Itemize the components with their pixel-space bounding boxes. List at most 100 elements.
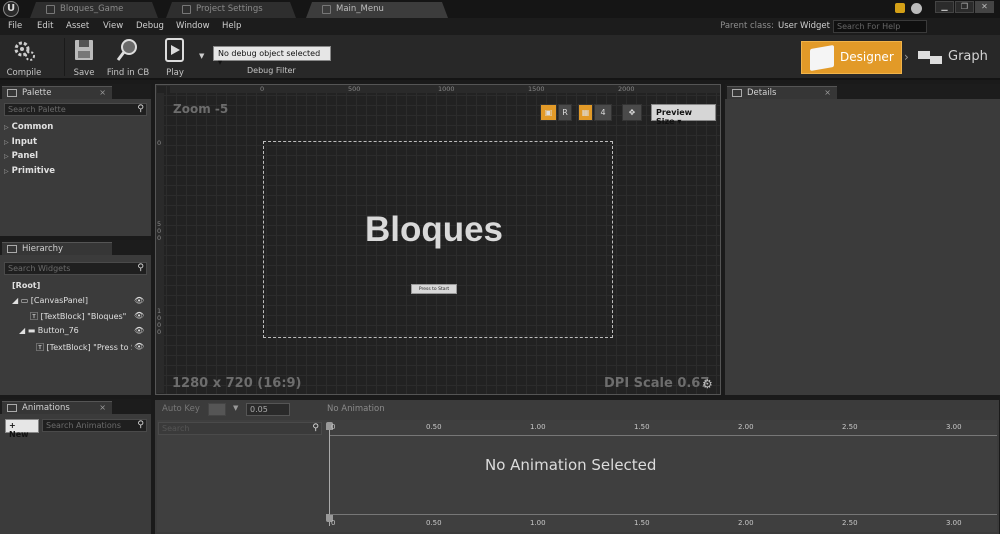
close-icon[interactable]: × [99,88,106,97]
graph-icon [918,51,930,59]
palette-category-input[interactable]: Input [4,137,37,147]
hierarchy-item-button[interactable]: ◢ ▬ Button_76 [19,326,79,335]
new-animation-button[interactable]: + New [5,419,39,439]
magnifier-icon [116,39,137,61]
palette-search-input[interactable]: Search Palette ⚲ [4,103,147,116]
grid-size-value[interactable]: 4 [594,104,612,121]
hierarchy-panel: Hierarchy Search Widgets ⚲ [Root] ◢ ▭ [Ca… [0,240,151,395]
help-search-input[interactable]: Search For Help [833,20,927,33]
animations-icon [7,404,17,412]
hierarchy-search-input[interactable]: Search Widgets ⚲ [4,262,147,275]
menu-window[interactable]: Window [176,21,210,31]
palette-panel: Palette× Search Palette⚲ Common Input Pa… [0,84,151,236]
tick-100: 1.00 [530,519,546,527]
visibility-eye-icon[interactable]: 👁 [134,342,144,351]
hierarchy-item-textblock-bloques[interactable]: 🅃 [TextBlock] "Bloques" [30,311,126,322]
close-icon[interactable]: × [824,88,831,97]
auto-key-label: Auto Key [162,404,200,414]
playhead-line[interactable] [329,426,330,526]
palette-category-primitive[interactable]: Primitive [4,166,55,176]
tick-250: 2.50 [842,519,858,527]
designer-mode-button[interactable]: Designer [801,41,902,74]
title-text-block[interactable]: Bloques [263,210,605,250]
menu-help[interactable]: Help [222,21,241,31]
source-control-icon[interactable] [911,3,922,14]
move-anchor-icon[interactable]: ✥ [622,104,642,121]
save-button[interactable]: Save [70,37,98,79]
tick-0: 0 [331,519,336,527]
time-snap-value[interactable]: 0.05 [246,403,290,416]
widget-blueprint-icon [322,5,331,14]
play-button[interactable]: Play [158,37,192,79]
palette-category-common[interactable]: Common [4,122,54,132]
track-search-input[interactable]: Search ⚲ [158,422,322,435]
find-in-cb-button[interactable]: Find in CB [104,37,152,79]
menu-edit[interactable]: Edit [37,21,53,31]
search-icon: ⚲ [137,420,144,430]
tick-050: 0.50 [426,423,442,431]
tab-hierarchy[interactable]: Hierarchy [2,242,112,255]
search-icon: ⚲ [137,263,144,273]
details-icon [732,89,742,97]
tab-main-menu[interactable]: Main_Menu [306,2,448,18]
graph-mode-button[interactable]: Graph [916,43,996,73]
dpi-scale-label: DPI Scale 0.67 [604,376,710,391]
auto-key-toggle-icon[interactable] [208,403,226,416]
restore-button[interactable]: ❐ [955,1,974,13]
no-animation-selected-label: No Animation Selected [485,456,657,474]
menu-asset[interactable]: Asset [66,21,89,31]
animation-search-input[interactable]: Search Animations ⚲ [42,419,147,432]
grid-snap-icon[interactable]: ▦ [578,104,593,121]
details-panel: Details × [725,84,1000,395]
tick-300: 3.00 [946,423,962,431]
settings-icon [182,5,191,14]
debug-filter-label: Debug Filter [247,66,296,75]
play-options-chevron-icon[interactable]: ▼ [199,52,204,60]
tick-0: 0 [331,423,336,431]
menu-view[interactable]: View [103,21,123,31]
animations-panel: Animations × + New Search Animations ⚲ [0,399,151,534]
respect-locks-icon[interactable]: ▣ [540,104,557,121]
tab-project-settings[interactable]: Project Settings [166,2,296,18]
menu-file[interactable]: File [8,21,22,31]
tab-bloques-game[interactable]: Bloques_Game [30,2,158,18]
dropdown-chevron-icon[interactable]: ▼ [233,404,238,412]
tick-300: 3.00 [946,519,962,527]
timeline-ruler-bottom [330,514,997,518]
tab-animations[interactable]: Animations × [2,401,112,414]
tab-palette[interactable]: Palette × [2,86,112,99]
visibility-eye-icon[interactable]: 👁 [134,311,144,320]
tick-150: 1.50 [634,519,650,527]
close-button[interactable]: ✕ [975,1,994,13]
visibility-eye-icon[interactable]: 👁 [134,326,144,335]
press-to-start-button[interactable]: Press to Start [411,284,457,294]
parent-class: Parent class: User Widget [720,21,830,31]
r-toggle-button[interactable]: R [558,104,572,121]
search-icon: ⚲ [312,423,319,433]
notification-icon[interactable] [895,3,905,13]
minimize-button[interactable]: ▁ [935,1,954,13]
zoom-level: Zoom -5 [173,102,229,116]
close-icon[interactable]: × [99,403,106,412]
ruler-top: 0 500 1000 1500 2000 [170,85,720,93]
save-icon [75,40,93,60]
visibility-eye-icon[interactable]: 👁 [134,296,144,305]
hierarchy-item-textblock-press[interactable]: 🅃 [TextBlock] "Press to S [36,342,132,353]
unreal-logo-icon: U [3,1,19,17]
tick-200: 2.00 [738,423,754,431]
debug-object-select[interactable]: No debug object selected ▾ [213,46,331,67]
timeline-ruler-top [330,432,997,436]
mode-arrow-icon: › [904,50,909,64]
hierarchy-item-root[interactable]: [Root] [12,281,40,290]
play-icon [165,38,184,62]
tick-250: 2.50 [842,423,858,431]
dpi-settings-gear-icon[interactable]: ⚙ [702,377,713,391]
tick-200: 2.00 [738,519,754,527]
hierarchy-item-canvaspanel[interactable]: ◢ ▭ [CanvasPanel] [12,296,88,305]
compile-button[interactable]: Compile [4,37,44,79]
preview-size-dropdown[interactable]: Preview Size ▾ [651,104,716,126]
palette-category-panel[interactable]: Panel [4,151,38,161]
tick-150: 1.50 [634,423,650,431]
menu-debug[interactable]: Debug [136,21,164,31]
tab-details[interactable]: Details × [727,86,837,99]
